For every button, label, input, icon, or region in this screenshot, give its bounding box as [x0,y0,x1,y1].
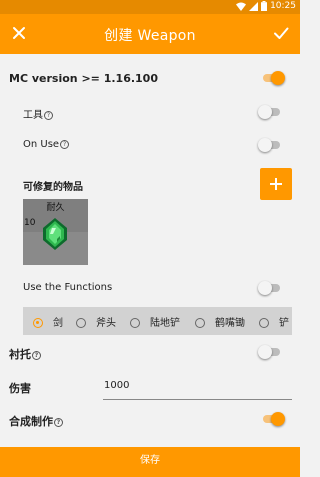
radio-icon [259,318,269,328]
emerald-icon [43,218,67,250]
tool-row-label: 工具? [23,106,53,121]
check-icon[interactable] [272,24,290,42]
radio-icon [130,318,140,328]
damage-input-underline [103,399,292,400]
hand-equipped-row-label: 衬托? [9,346,41,362]
save-button[interactable]: 保存 [0,447,300,477]
repair-item-count: 10 [24,218,36,228]
cellular-signal-icon [249,1,259,11]
radio-icon [76,318,86,328]
help-icon[interactable]: ? [54,418,63,427]
help-icon[interactable]: ? [32,351,41,360]
crafting-label: 合成制作 [9,415,53,428]
repair-item-tile[interactable]: 耐久 10 [23,199,88,265]
plus-icon [270,178,282,190]
help-icon[interactable]: ? [60,140,70,149]
repairable-label: 可修复的物品 [23,182,83,193]
tool-type-option[interactable]: 铲 [259,314,289,329]
radio-selected-icon [33,318,43,328]
tool-type-option[interactable]: 鹤嘴锄 [195,314,245,329]
status-bar: 10:25 [0,0,300,14]
on-use-switch[interactable] [258,138,282,152]
app-bar: 创建 Weapon [0,14,300,54]
mc-version-label: MC version >= 1.16.100 [9,72,158,85]
on-use-row-label: On Use? [23,139,70,150]
hand-equipped-label: 衬托 [9,348,31,361]
on-use-label: On Use [23,139,60,150]
damage-label: 伤害 [9,382,31,395]
status-time: 10:25 [270,1,296,11]
mc-version-switch[interactable] [261,71,285,85]
battery-icon [261,1,268,11]
repair-item-name: 耐久 [46,203,65,213]
tool-type-option[interactable]: 剑 [33,314,63,329]
use-functions-label: Use the Functions [23,282,113,293]
radio-icon [195,318,205,328]
tool-type-option[interactable]: 陆地铲 [130,314,180,329]
tool-type-option[interactable]: 斧头 [76,314,116,329]
help-icon[interactable]: ? [44,111,53,120]
crafting-switch[interactable] [261,412,285,426]
tool-type-selector[interactable]: 剑 斧头 陆地铲 鹤嘴锄 铲 [23,307,292,335]
damage-input[interactable]: 1000 [104,380,129,391]
use-functions-switch[interactable] [258,281,282,295]
tool-label: 工具 [23,110,43,121]
crafting-row-label: 合成制作? [9,413,63,429]
page-title: 创建 Weapon [104,28,196,44]
tool-switch[interactable] [258,105,282,119]
wifi-icon [236,2,247,11]
hand-equipped-switch[interactable] [258,345,282,359]
add-repair-item-button[interactable] [260,168,292,200]
form-content: MC version >= 1.16.100 工具? On Use? 可修复的物… [0,54,300,447]
